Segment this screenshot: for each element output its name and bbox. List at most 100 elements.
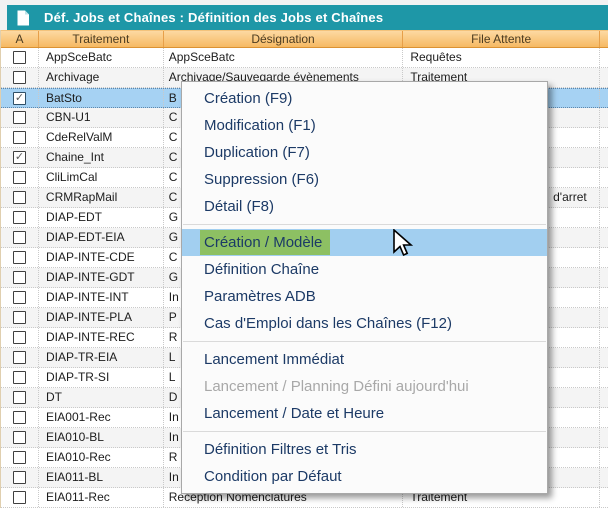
- menu-item: Lancement / Planning Défini aujourd'hui: [182, 373, 547, 400]
- spacer-cell: [600, 368, 608, 387]
- column-header-spacer: [600, 31, 608, 47]
- row-select-cell: [1, 388, 39, 407]
- menu-item-label: Duplication (F7): [204, 144, 310, 161]
- menu-item-label: Cas d'Emploi dans les Chaînes (F12): [204, 315, 452, 332]
- row-checkbox[interactable]: [13, 491, 26, 504]
- column-header-a[interactable]: A: [1, 31, 39, 47]
- traitement-cell: EIA011-Rec: [39, 488, 164, 507]
- spacer-cell: [600, 188, 608, 207]
- window-title: Déf. Jobs et Chaînes : Définition des Jo…: [44, 10, 383, 25]
- row-select-cell: [1, 228, 39, 247]
- traitement-cell: CBN-U1: [39, 108, 164, 127]
- column-header-file-attente[interactable]: File Attente: [403, 31, 600, 47]
- row-checkbox[interactable]: [13, 251, 26, 264]
- spacer-cell: [600, 488, 608, 507]
- menu-item[interactable]: Suppression (F6): [182, 166, 547, 193]
- spacer-cell: [600, 208, 608, 227]
- row-checkbox[interactable]: [13, 371, 26, 384]
- traitement-cell: DIAP-INTE-GDT: [39, 268, 164, 287]
- row-select-cell: [1, 328, 39, 347]
- row-checkbox[interactable]: [13, 71, 26, 84]
- row-select-cell: [1, 48, 39, 67]
- menu-item[interactable]: Définition Chaîne: [182, 256, 547, 283]
- spacer-cell: [600, 128, 608, 147]
- menu-item[interactable]: Création (F9): [182, 85, 547, 112]
- file-attente-cell: Requêtes: [403, 48, 600, 67]
- spacer-cell: [600, 268, 608, 287]
- menu-item[interactable]: Paramètres ADB: [182, 283, 547, 310]
- traitement-cell: BatSto: [39, 89, 164, 107]
- traitement-cell: EIA011-BL: [39, 468, 164, 487]
- row-select-cell: [1, 428, 39, 447]
- menu-item[interactable]: Détail (F8): [182, 193, 547, 220]
- row-checkbox[interactable]: [13, 411, 26, 424]
- traitement-cell: EIA010-BL: [39, 428, 164, 447]
- column-header-designation[interactable]: Désignation: [164, 31, 404, 47]
- table-row[interactable]: AppSceBatc AppSceBatc Requêtes: [1, 48, 608, 68]
- row-select-cell: [1, 308, 39, 327]
- row-checkbox[interactable]: [13, 191, 26, 204]
- row-checkbox[interactable]: [13, 431, 26, 444]
- row-select-cell: [1, 368, 39, 387]
- row-checkbox[interactable]: [13, 231, 26, 244]
- menu-separator: [183, 224, 546, 225]
- menu-item[interactable]: Modification (F1): [182, 112, 547, 139]
- row-checkbox[interactable]: [13, 331, 26, 344]
- row-select-cell: [1, 448, 39, 467]
- row-checkbox[interactable]: [13, 111, 26, 124]
- row-select-cell: [1, 168, 39, 187]
- traitement-cell: DT: [39, 388, 164, 407]
- menu-item-label: Condition par Défaut: [204, 468, 342, 485]
- row-checkbox[interactable]: [13, 171, 26, 184]
- traitement-cell: DIAP-INTE-PLA: [39, 308, 164, 327]
- row-checkbox[interactable]: [13, 391, 26, 404]
- menu-item-label: Lancement / Date et Heure: [204, 405, 384, 422]
- menu-item[interactable]: Duplication (F7): [182, 139, 547, 166]
- row-select-cell: [1, 288, 39, 307]
- row-checkbox[interactable]: ✓: [13, 92, 26, 105]
- spacer-cell: [600, 89, 608, 107]
- row-select-cell: ✓: [1, 148, 39, 167]
- spacer-cell: [600, 68, 608, 87]
- traitement-cell: CRMRapMail: [39, 188, 164, 207]
- row-checkbox[interactable]: [13, 291, 26, 304]
- menu-item-label: Détail (F8): [204, 198, 274, 215]
- row-checkbox[interactable]: ✓: [13, 151, 26, 164]
- menu-item-label: Lancement / Planning Défini aujourd'hui: [204, 378, 469, 395]
- row-checkbox[interactable]: [13, 311, 26, 324]
- row-checkbox[interactable]: [13, 131, 26, 144]
- menu-item-label: Suppression (F6): [204, 171, 319, 188]
- menu-item[interactable]: Condition par Défaut: [182, 463, 547, 490]
- traitement-cell: Chaine_Int: [39, 148, 164, 167]
- spacer-cell: [600, 308, 608, 327]
- menu-item-label: Paramètres ADB: [204, 288, 316, 305]
- traitement-cell: EIA001-Rec: [39, 408, 164, 427]
- traitement-cell: Archivage: [39, 68, 164, 87]
- menu-separator: [183, 341, 546, 342]
- menu-item-label: Modification (F1): [204, 117, 316, 134]
- row-checkbox[interactable]: [13, 51, 26, 64]
- spacer-cell: [600, 468, 608, 487]
- menu-item[interactable]: Lancement / Date et Heure: [182, 400, 547, 427]
- row-select-cell: [1, 68, 39, 87]
- row-select-cell: [1, 488, 39, 507]
- spacer-cell: [600, 148, 608, 167]
- spacer-cell: [600, 108, 608, 127]
- traitement-cell: EIA010-Rec: [39, 448, 164, 467]
- spacer-cell: [600, 228, 608, 247]
- row-checkbox[interactable]: [13, 471, 26, 484]
- row-select-cell: [1, 128, 39, 147]
- column-header-traitement[interactable]: Traitement: [39, 31, 164, 47]
- row-checkbox[interactable]: [13, 351, 26, 364]
- menu-item-label: Définition Filtres et Tris: [204, 441, 357, 458]
- menu-item[interactable]: Cas d'Emploi dans les Chaînes (F12): [182, 310, 547, 337]
- menu-item[interactable]: Définition Filtres et Tris: [182, 436, 547, 463]
- spacer-cell: [600, 348, 608, 367]
- row-checkbox[interactable]: [13, 211, 26, 224]
- menu-item[interactable]: Lancement Immédiat: [182, 346, 547, 373]
- row-checkbox[interactable]: [13, 451, 26, 464]
- spacer-cell: [600, 48, 608, 67]
- menu-item[interactable]: Création / Modèle: [182, 229, 547, 256]
- row-checkbox[interactable]: [13, 271, 26, 284]
- window-titlebar: Déf. Jobs et Chaînes : Définition des Jo…: [7, 5, 608, 30]
